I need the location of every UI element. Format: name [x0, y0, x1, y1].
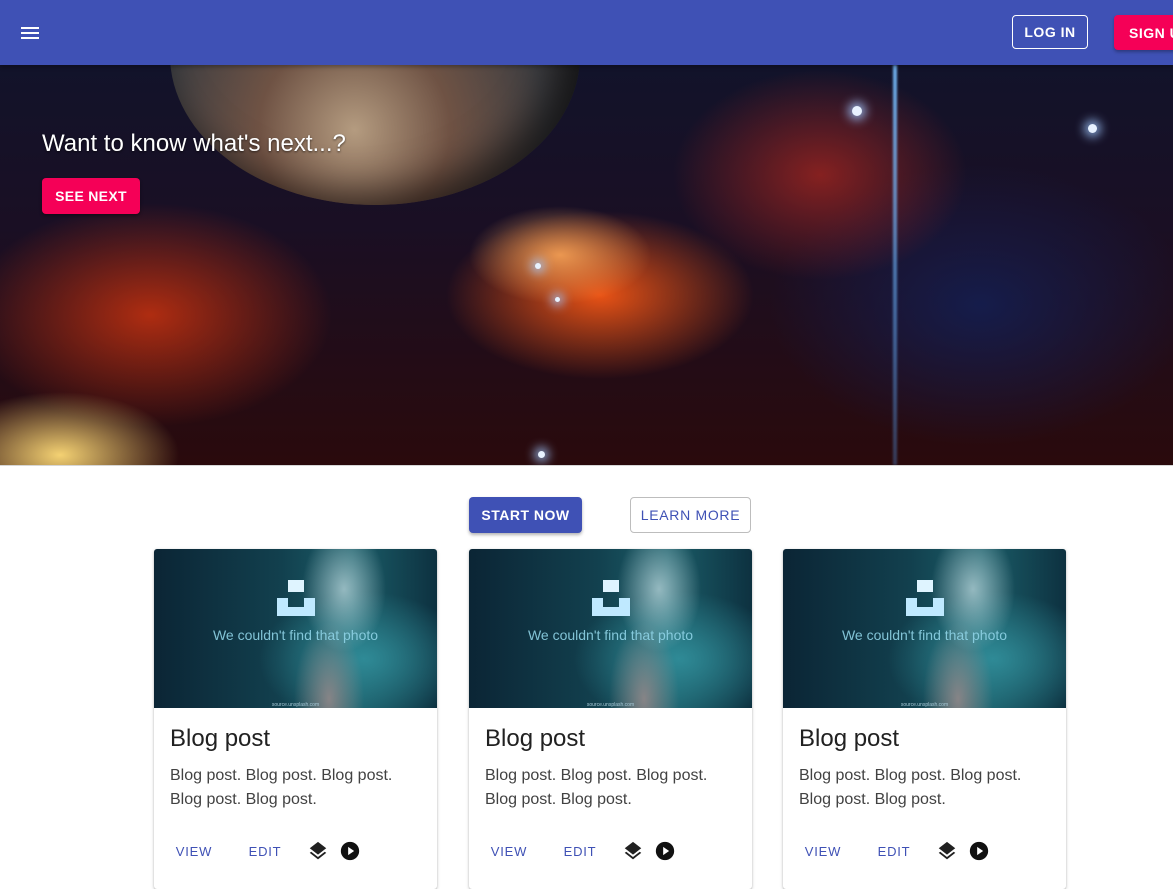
blog-card: We couldn't find that photo source.unspl…	[154, 549, 437, 889]
app-bar: LOG IN SIGN UP	[0, 0, 1173, 65]
edit-button[interactable]: EDIT	[869, 837, 919, 865]
unsplash-logo-icon	[277, 580, 315, 616]
play-circle-icon[interactable]	[968, 840, 990, 862]
unsplash-logo-icon	[592, 580, 630, 616]
image-placeholder-text: We couldn't find that photo	[212, 627, 379, 643]
learn-more-button[interactable]: LEARN MORE	[630, 497, 751, 533]
edit-button[interactable]: EDIT	[240, 837, 290, 865]
image-placeholder-text: We couldn't find that photo	[527, 627, 694, 643]
blog-card: We couldn't find that photo source.unspl…	[469, 549, 752, 889]
card-image: We couldn't find that photo source.unspl…	[469, 549, 752, 708]
image-placeholder-text: We couldn't find that photo	[841, 627, 1008, 643]
light-beam	[893, 65, 897, 465]
hero-banner: Want to know what's next...? SEE NEXT	[0, 65, 1173, 465]
view-button[interactable]: VIEW	[166, 837, 222, 865]
see-next-button[interactable]: SEE NEXT	[42, 178, 140, 214]
star	[538, 451, 545, 458]
divider	[0, 465, 1173, 466]
card-image: We couldn't find that photo source.unspl…	[154, 549, 437, 708]
blog-card: We couldn't find that photo source.unspl…	[783, 549, 1066, 889]
login-button[interactable]: LOG IN	[1012, 15, 1088, 49]
layers-icon[interactable]	[307, 840, 329, 862]
card-body: Blog post. Blog post. Blog post. Blog po…	[170, 767, 393, 808]
star	[852, 106, 862, 116]
card-title: Blog post	[799, 725, 900, 752]
card-image: We couldn't find that photo source.unspl…	[783, 549, 1066, 708]
edit-button[interactable]: EDIT	[555, 837, 605, 865]
star	[535, 263, 541, 269]
signup-button[interactable]: SIGN UP	[1114, 15, 1173, 50]
card-title: Blog post	[170, 725, 271, 752]
hero-heading: Want to know what's next...?	[42, 130, 346, 157]
start-now-button[interactable]: START NOW	[469, 497, 582, 533]
card-body: Blog post. Blog post. Blog post. Blog po…	[485, 767, 708, 808]
play-circle-icon[interactable]	[654, 840, 676, 862]
view-button[interactable]: VIEW	[481, 837, 537, 865]
unsplash-logo-icon	[906, 580, 944, 616]
play-circle-icon[interactable]	[339, 840, 361, 862]
star	[555, 297, 560, 302]
image-source-text: source.unsplash.com	[271, 702, 320, 708]
view-button[interactable]: VIEW	[795, 837, 851, 865]
image-source-text: source.unsplash.com	[900, 702, 949, 708]
layers-icon[interactable]	[622, 840, 644, 862]
card-title: Blog post	[485, 725, 586, 752]
menu-icon[interactable]	[14, 17, 46, 49]
card-body: Blog post. Blog post. Blog post. Blog po…	[799, 767, 1022, 808]
image-source-text: source.unsplash.com	[586, 702, 635, 708]
star	[1088, 124, 1097, 133]
layers-icon[interactable]	[936, 840, 958, 862]
